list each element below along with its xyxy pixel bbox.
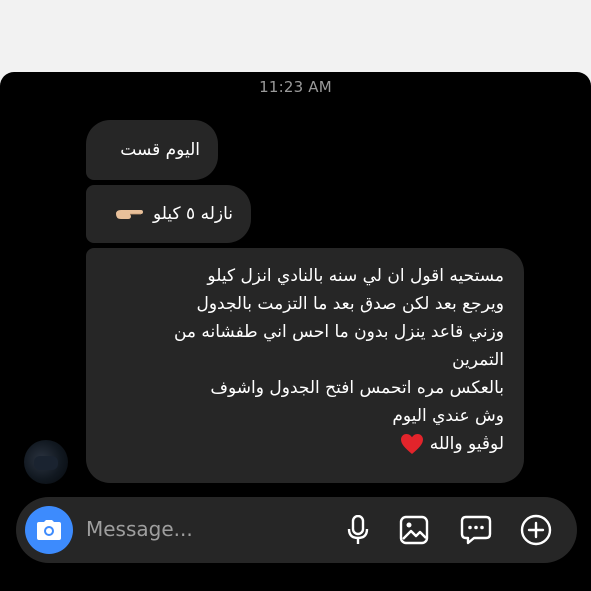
camera-icon [37, 520, 61, 540]
message-line: وش عندي اليوم [392, 406, 504, 426]
plus-icon [520, 514, 552, 546]
message-text: اليوم قست [120, 140, 200, 160]
sticker-button[interactable] [459, 513, 493, 547]
hand-pointing-icon [115, 210, 143, 219]
message-line: التمرين [452, 350, 504, 370]
message-bubble[interactable]: اليوم قست [86, 120, 218, 180]
message-composer: Message... [16, 497, 577, 563]
message-bubble[interactable]: نازله ٥ كيلو [86, 185, 251, 243]
gallery-icon [399, 515, 429, 545]
gallery-button[interactable] [397, 513, 431, 547]
message-line: وزني قاعد ينزل بدون ما احس اني طفشانه من [173, 322, 504, 342]
message-timestamp: 11:23 AM [259, 78, 332, 96]
avatar-image [34, 456, 58, 470]
message-line: ويرجع بعد لكن صدق بعد ما التزمت بالجدول [196, 294, 504, 314]
camera-button[interactable] [25, 506, 73, 554]
message-line: بالعكس مره اتحمس افتح الجدول واشوف [210, 378, 504, 398]
message-input[interactable]: Message... [86, 517, 193, 541]
add-button[interactable] [519, 513, 553, 547]
microphone-button[interactable] [341, 513, 375, 547]
red-heart-icon [401, 434, 424, 454]
message-line-last: لوڤيو والله [106, 430, 504, 458]
message-text: نازله ٥ كيلو [152, 204, 233, 224]
microphone-icon [347, 515, 369, 544]
sticker-icon [460, 515, 492, 545]
message-line: مستحيه اقول ان لي سنه بالنادي انزل كيلو [207, 266, 504, 286]
message-bubble[interactable]: مستحيه اقول ان لي سنه بالنادي انزل كيلو … [86, 248, 524, 483]
avatar[interactable] [24, 440, 68, 484]
message-line: لوڤيو والله [429, 434, 504, 454]
